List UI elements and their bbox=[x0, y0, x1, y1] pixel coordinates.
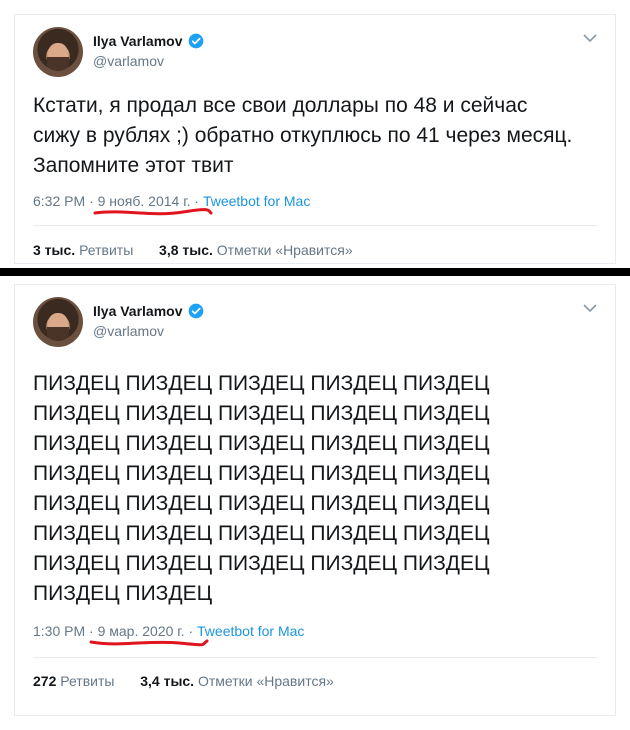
retweets-label[interactable]: Ретвиты bbox=[79, 242, 133, 258]
tweet-text: ПИЗДЕЦ ПИЗДЕЦ ПИЗДЕЦ ПИЗДЕЦ ПИЗДЕЦ ПИЗДЕ… bbox=[33, 372, 490, 605]
retweets-count[interactable]: 272 bbox=[33, 673, 56, 689]
chevron-down-icon[interactable] bbox=[583, 33, 597, 43]
red-underline-annotation bbox=[89, 639, 209, 647]
tweet-time[interactable]: 1:30 PM bbox=[33, 623, 85, 639]
tweet-stats: 3 тыс. Ретвиты 3,8 тыс. Отметки «Нравитс… bbox=[33, 242, 353, 258]
author-row: Ilya Varlamov bbox=[93, 303, 204, 319]
avatar-beard bbox=[47, 57, 69, 71]
tweet-card-2014[interactable]: Ilya Varlamov @varlamov Кстати, я продал… bbox=[14, 14, 616, 264]
author-handle[interactable]: @varlamov bbox=[93, 323, 164, 339]
divider bbox=[33, 225, 597, 226]
red-underline-annotation bbox=[93, 208, 213, 216]
avatar[interactable] bbox=[33, 27, 83, 77]
tweet-stats: 272 Ретвиты 3,4 тыс. Отметки «Нравится» bbox=[33, 673, 334, 689]
tweet-time[interactable]: 6:32 PM bbox=[33, 193, 85, 209]
tweet-source-link[interactable]: Tweetbot for Mac bbox=[197, 623, 304, 639]
black-separator-bar bbox=[0, 268, 630, 276]
verified-badge-icon bbox=[188, 33, 203, 49]
tweet-text: Кстати, я продал все свои доллары по 48 … bbox=[33, 94, 573, 177]
author-name[interactable]: Ilya Varlamov bbox=[93, 33, 183, 49]
tweet-source-link[interactable]: Tweetbot for Mac bbox=[203, 193, 310, 209]
likes-label[interactable]: Отметки «Нравится» bbox=[217, 242, 353, 258]
author-name[interactable]: Ilya Varlamov bbox=[93, 303, 183, 319]
author-handle[interactable]: @varlamov bbox=[93, 53, 164, 69]
divider bbox=[33, 657, 597, 658]
retweets-label[interactable]: Ретвиты bbox=[60, 673, 114, 689]
likes-label[interactable]: Отметки «Нравится» bbox=[198, 673, 334, 689]
chevron-down-icon[interactable] bbox=[583, 303, 597, 313]
avatar[interactable] bbox=[33, 297, 83, 347]
avatar-beard bbox=[47, 327, 69, 341]
author-row: Ilya Varlamov bbox=[93, 33, 204, 49]
likes-count[interactable]: 3,4 тыс. bbox=[140, 673, 194, 689]
likes-count[interactable]: 3,8 тыс. bbox=[159, 242, 213, 258]
retweets-count[interactable]: 3 тыс. bbox=[33, 242, 75, 258]
verified-badge-icon bbox=[188, 303, 203, 319]
tweet-card-2020[interactable]: Ilya Varlamov @varlamov ПИЗДЕЦ ПИЗДЕЦ ПИ… bbox=[14, 284, 616, 716]
